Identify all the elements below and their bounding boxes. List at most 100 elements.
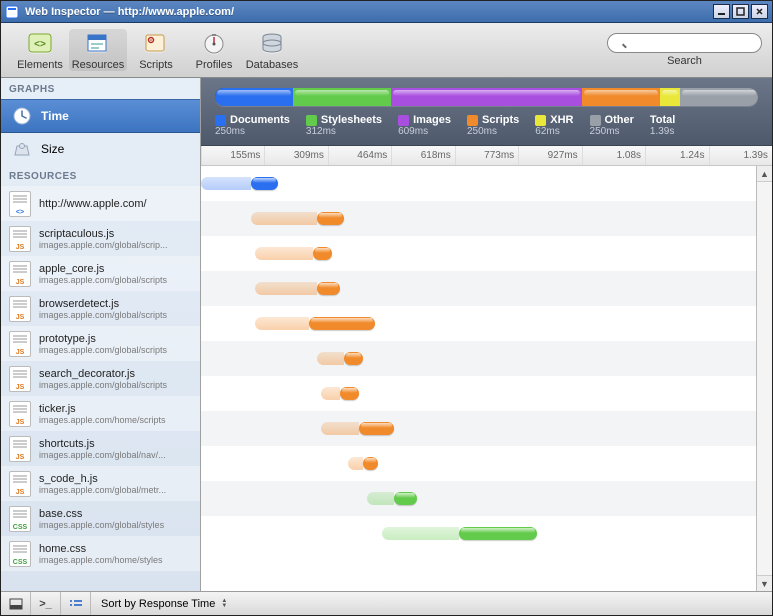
legend-swatch bbox=[215, 115, 226, 126]
graph-item-label: Time bbox=[41, 109, 69, 123]
sort-label: Sort by Response Time bbox=[101, 598, 215, 610]
legend-swatch bbox=[535, 115, 546, 126]
ruler-tick: 155ms bbox=[201, 146, 264, 165]
console-button[interactable]: >_ bbox=[31, 592, 61, 615]
search-label: Search bbox=[667, 55, 702, 67]
timeline-bar[interactable] bbox=[340, 387, 359, 400]
resource-item[interactable]: JS apple_core.jsimages.apple.com/global/… bbox=[1, 256, 200, 291]
timeline-bar[interactable] bbox=[313, 247, 332, 260]
ruler-tick: 618ms bbox=[391, 146, 454, 165]
close-button[interactable] bbox=[751, 4, 768, 19]
timeline-row bbox=[201, 411, 756, 446]
legend-name: Stylesheets bbox=[321, 114, 382, 126]
resource-name: base.css bbox=[39, 508, 164, 520]
app-icon bbox=[5, 5, 19, 19]
resource-item[interactable]: <> http://www.apple.com/ bbox=[1, 186, 200, 221]
legend-time: 250ms bbox=[215, 126, 290, 137]
titlebar[interactable]: Web Inspector — http://www.apple.com/ bbox=[1, 1, 772, 23]
search-input[interactable] bbox=[607, 33, 762, 53]
tab-databases[interactable]: Databases bbox=[243, 29, 301, 71]
resource-name: apple_core.js bbox=[39, 263, 167, 275]
timeline-latency bbox=[382, 527, 459, 540]
sidebar: GRAPHS Time Size RESOURCES <> http://www… bbox=[1, 78, 201, 591]
resource-path: images.apple.com/home/scripts bbox=[39, 415, 166, 425]
scroll-up-button[interactable]: ▲ bbox=[757, 166, 772, 182]
resource-item[interactable]: JS shortcuts.jsimages.apple.com/global/n… bbox=[1, 431, 200, 466]
timeline-latency bbox=[367, 492, 394, 505]
summary-bar bbox=[215, 88, 758, 106]
dock-button[interactable] bbox=[1, 592, 31, 615]
summary-panel: Documents250msStylesheets312msImages609m… bbox=[201, 78, 772, 146]
legend-name: Other bbox=[605, 114, 634, 126]
resource-item[interactable]: JS browserdetect.jsimages.apple.com/glob… bbox=[1, 291, 200, 326]
timeline-bar[interactable] bbox=[344, 352, 363, 365]
timeline-panel: Documents250msStylesheets312msImages609m… bbox=[201, 78, 772, 591]
scripts-icon bbox=[140, 29, 172, 57]
clock-icon bbox=[11, 105, 33, 127]
timeline-bar[interactable] bbox=[317, 282, 340, 295]
legend-item: Total1.39s bbox=[650, 114, 675, 137]
graph-item-size[interactable]: Size bbox=[1, 133, 200, 165]
search-glass-icon bbox=[607, 33, 762, 53]
tab-label: Databases bbox=[246, 59, 299, 71]
timeline-bar[interactable] bbox=[394, 492, 417, 505]
resources-icon bbox=[82, 29, 114, 57]
tab-scripts[interactable]: Scripts bbox=[127, 29, 185, 71]
tab-elements[interactable]: <> Elements bbox=[11, 29, 69, 71]
timeline-row bbox=[201, 341, 756, 376]
maximize-button[interactable] bbox=[732, 4, 749, 19]
legend-time: 312ms bbox=[306, 126, 382, 137]
resource-item[interactable]: JS search_decorator.jsimages.apple.com/g… bbox=[1, 361, 200, 396]
sort-selector[interactable]: Sort by Response Time ▲▼ bbox=[91, 598, 237, 610]
timeline-bar[interactable] bbox=[363, 457, 378, 470]
statusbar: >_ Sort by Response Time ▲▼ bbox=[1, 591, 772, 615]
timeline-bar[interactable] bbox=[459, 527, 536, 540]
resource-item[interactable]: JS s_code_h.jsimages.apple.com/global/me… bbox=[1, 466, 200, 501]
graph-item-time[interactable]: Time bbox=[1, 99, 200, 133]
legend-item: Stylesheets312ms bbox=[306, 114, 382, 137]
resource-path: images.apple.com/global/scripts bbox=[39, 310, 167, 320]
timeline-row bbox=[201, 481, 756, 516]
file-icon: JS bbox=[9, 401, 31, 427]
timeline-row bbox=[201, 236, 756, 271]
summary-segment bbox=[582, 88, 660, 106]
resource-item[interactable]: CSS base.cssimages.apple.com/global/styl… bbox=[1, 501, 200, 536]
resource-item[interactable]: JS prototype.jsimages.apple.com/global/s… bbox=[1, 326, 200, 361]
timeline-bar[interactable] bbox=[359, 422, 394, 435]
legend-name: Total bbox=[650, 114, 675, 126]
resource-path: images.apple.com/global/scrip... bbox=[39, 240, 168, 250]
resources-header: RESOURCES bbox=[1, 165, 200, 186]
tab-profiles[interactable]: Profiles bbox=[185, 29, 243, 71]
window-title: Web Inspector — http://www.apple.com/ bbox=[25, 6, 711, 18]
list-button[interactable] bbox=[61, 592, 91, 615]
timeline-bar[interactable] bbox=[309, 317, 375, 330]
profiles-icon bbox=[198, 29, 230, 57]
graphs-header: GRAPHS bbox=[1, 78, 200, 99]
legend-item: Documents250ms bbox=[215, 114, 290, 137]
minimize-button[interactable] bbox=[713, 4, 730, 19]
scroll-down-button[interactable]: ▼ bbox=[757, 575, 772, 591]
resource-path: images.apple.com/global/styles bbox=[39, 520, 164, 530]
legend-swatch bbox=[398, 115, 409, 126]
timeline-latency bbox=[255, 317, 309, 330]
timeline-latency bbox=[201, 177, 251, 190]
resource-item[interactable]: CSS home.cssimages.apple.com/home/styles bbox=[1, 536, 200, 571]
tab-label: Profiles bbox=[196, 59, 233, 71]
time-ruler: 155ms309ms464ms618ms773ms927ms1.08s1.24s… bbox=[201, 146, 772, 166]
tab-resources[interactable]: Resources bbox=[69, 29, 127, 71]
timeline-rows bbox=[201, 166, 756, 591]
timeline-row bbox=[201, 516, 756, 551]
resource-path: images.apple.com/home/styles bbox=[39, 555, 163, 565]
resource-item[interactable]: JS ticker.jsimages.apple.com/home/script… bbox=[1, 396, 200, 431]
timeline-bar[interactable] bbox=[317, 212, 344, 225]
weight-icon bbox=[11, 138, 33, 160]
timeline-bar[interactable] bbox=[251, 177, 278, 190]
resource-item[interactable]: JS scriptaculous.jsimages.apple.com/glob… bbox=[1, 221, 200, 256]
timeline-latency bbox=[321, 422, 360, 435]
vertical-scrollbar[interactable]: ▲ ▼ bbox=[756, 166, 772, 591]
resource-path: images.apple.com/global/scripts bbox=[39, 275, 167, 285]
scroll-track[interactable] bbox=[757, 182, 772, 575]
resource-path: images.apple.com/global/scripts bbox=[39, 345, 167, 355]
summary-segment bbox=[680, 88, 758, 106]
summary-segment bbox=[293, 88, 391, 106]
